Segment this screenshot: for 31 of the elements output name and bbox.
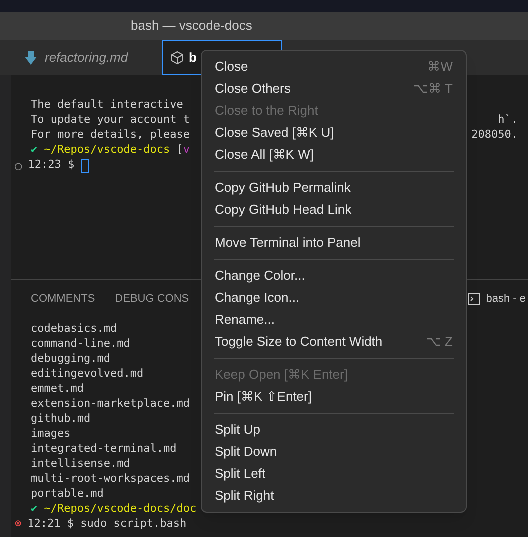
terminal-text: portable.md	[31, 486, 104, 502]
shortcut-text: ⌘W	[428, 58, 453, 76]
terminal-text: [	[176, 142, 184, 158]
terminal-text: 12:23 $	[28, 157, 76, 174]
check-icon: ✔	[31, 142, 38, 159]
terminal-text: ~/Repos/vscode-docs	[43, 142, 170, 158]
shortcut-text: ⌥⌘ T	[414, 80, 453, 98]
terminal-text: intellisense.md	[31, 456, 130, 472]
window-title: bash — vscode-docs	[131, 17, 252, 36]
terminal-text: The default interactive	[31, 97, 184, 114]
terminal-text: h`.	[498, 112, 519, 128]
terminal-text: debugging.md	[31, 351, 110, 368]
terminal-text: ~/Repos/vscode-docs/doc	[43, 501, 197, 518]
terminal-text: integrated-terminal.md	[31, 441, 177, 458]
terminal-text: codebasics.md	[31, 321, 118, 338]
error-icon: ⊗	[15, 516, 22, 533]
terminal-text: extension-marketplace.md	[31, 396, 190, 412]
terminal-text: editingevolved.md	[31, 366, 144, 382]
terminal-text: v	[183, 142, 190, 158]
circle-icon: ○	[15, 156, 22, 174]
terminal-text: To update your account t	[31, 112, 190, 128]
terminal-text: multi-root-workspaces.md	[31, 471, 190, 488]
check-icon: ✔	[31, 501, 38, 518]
terminal-text: For more details, please	[31, 127, 190, 144]
terminal-text: emmet.md	[31, 381, 84, 398]
shortcut-text: ⌥ Z	[426, 333, 453, 352]
terminal-text: images	[31, 426, 71, 442]
terminal-text: command-line.md	[31, 336, 130, 352]
terminal-text: 12:21 $ sudo script.bash	[28, 516, 187, 532]
terminal-text: github.md	[31, 411, 91, 428]
terminal-text: 208050.	[472, 127, 519, 144]
